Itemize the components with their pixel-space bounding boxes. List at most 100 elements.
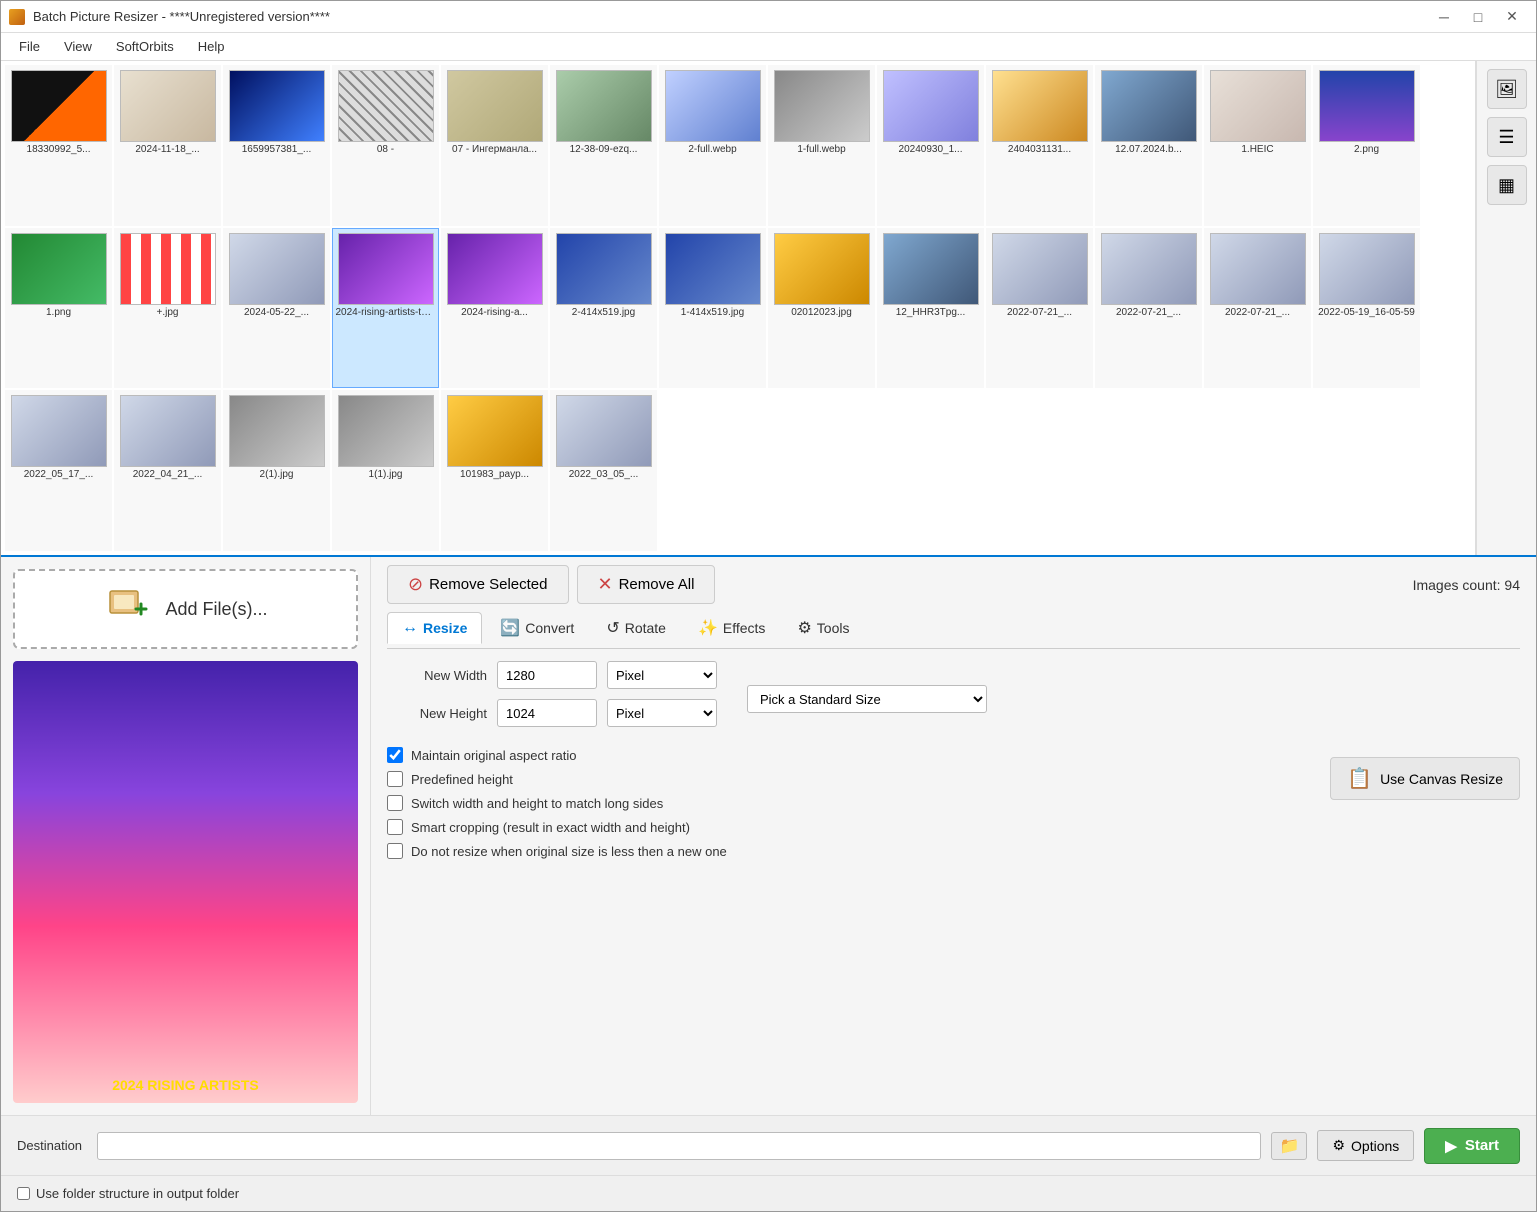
remove-selected-button[interactable]: ⊘ Remove Selected [387, 565, 569, 604]
window-title: Batch Picture Resizer - ****Unregistered… [33, 9, 330, 24]
list-item[interactable]: 2022_05_17_... [5, 390, 112, 551]
predefined-height-label[interactable]: Predefined height [411, 772, 513, 787]
folder-structure-label[interactable]: Use folder structure in output folder [36, 1186, 239, 1201]
tab-resize[interactable]: ↔ Resize [387, 612, 482, 644]
effects-tab-icon: ✨ [698, 618, 718, 638]
list-item[interactable]: 1.HEIC [1204, 65, 1311, 226]
switch-sides-label[interactable]: Switch width and height to match long si… [411, 796, 663, 811]
destination-input[interactable] [97, 1132, 1261, 1160]
list-item[interactable]: 2022-07-21_... [986, 228, 1093, 389]
list-item[interactable]: 2022-07-21_... [1095, 228, 1202, 389]
list-item[interactable]: 1659957381_... [223, 65, 330, 226]
action-bar: ⊘ Remove Selected ✕ Remove All Images co… [387, 565, 1520, 604]
new-width-input[interactable] [497, 661, 597, 689]
title-bar: Batch Picture Resizer - ****Unregistered… [1, 1, 1536, 33]
file-thumb-label: 2024-rising-a... [461, 307, 528, 318]
destination-browse-button[interactable]: 📁 [1271, 1132, 1307, 1160]
destination-bar: Destination 📁 ⚙ Options ▶ Start [1, 1115, 1536, 1175]
file-thumb-label: 2-full.webp [688, 144, 736, 155]
options-button[interactable]: ⚙ Options [1317, 1130, 1414, 1161]
list-item[interactable]: 1-414x519.jpg [659, 228, 766, 389]
menu-softorbits[interactable]: SoftOrbits [106, 35, 184, 58]
list-item[interactable]: 12_HHR3Tpg... [877, 228, 984, 389]
tab-rotate[interactable]: ↺ Rotate [592, 612, 680, 644]
tab-tools[interactable]: ⚙ Tools [783, 612, 863, 644]
canvas-resize-button[interactable]: 📋 Use Canvas Resize [1330, 757, 1520, 800]
sidebar-list-btn[interactable]: ☰ [1487, 117, 1527, 157]
predefined-height-checkbox[interactable] [387, 771, 403, 787]
list-item[interactable]: 2022-07-21_... [1204, 228, 1311, 389]
list-item[interactable]: 12.07.2024.b... [1095, 65, 1202, 226]
list-item[interactable]: 2(1).jpg [223, 390, 330, 551]
sidebar-photos-btn[interactable]: 🖼 [1487, 69, 1527, 109]
list-item[interactable]: 2404031131... [986, 65, 1093, 226]
canvas-resize-label: Use Canvas Resize [1380, 771, 1503, 787]
sidebar-grid-btn[interactable]: ▦ [1487, 165, 1527, 205]
file-thumb-label: 02012023.jpg [791, 307, 852, 318]
checkboxes-col: Maintain original aspect ratio Predefine… [387, 747, 1290, 867]
standard-size-select[interactable]: Pick a Standard Size 800x600 1024x768 12… [747, 685, 987, 713]
list-item[interactable]: +.jpg [114, 228, 221, 389]
canvas-resize-area: 📋 Use Canvas Resize [1310, 747, 1520, 800]
list-item[interactable]: 2022-05-19_16-05-59 [1313, 228, 1420, 389]
width-unit-select[interactable]: Pixel Percent Centimeter Inch [607, 661, 717, 689]
file-thumb-label: 1-full.webp [797, 144, 845, 155]
maintain-aspect-checkbox[interactable] [387, 747, 403, 763]
smart-crop-label[interactable]: Smart cropping (result in exact width an… [411, 820, 690, 835]
file-thumb-label: 2022_04_21_... [133, 469, 203, 480]
new-height-input[interactable] [497, 699, 597, 727]
add-files-button[interactable]: Add File(s)... [13, 569, 358, 649]
file-grid: 18330992_5... 2024-11-18_...1659957381_..… [1, 61, 1475, 555]
file-thumb-label: 18330992_5... [27, 144, 91, 155]
start-button[interactable]: ▶ Start [1424, 1128, 1520, 1164]
minimize-button[interactable]: ─ [1428, 5, 1460, 29]
tools-tab-label: Tools [817, 620, 850, 636]
file-thumb-label: 2(1).jpg [260, 469, 294, 480]
close-button[interactable]: ✕ [1496, 5, 1528, 29]
list-item[interactable]: 18330992_5... [5, 65, 112, 226]
maximize-button[interactable]: □ [1462, 5, 1494, 29]
list-item[interactable]: 08 - [332, 65, 439, 226]
switch-sides-checkbox[interactable] [387, 795, 403, 811]
list-item[interactable]: 2-414x519.jpg [550, 228, 657, 389]
menu-help[interactable]: Help [188, 35, 235, 58]
list-item[interactable]: 2024-rising-a... [441, 228, 548, 389]
smart-crop-checkbox[interactable] [387, 819, 403, 835]
tabs-bar: ↔ Resize 🔄 Convert ↺ Rotate ✨ Effects ⚙ [387, 612, 1520, 649]
list-item[interactable]: 101983_payp... [441, 390, 548, 551]
browse-icon: 📁 [1279, 1136, 1299, 1156]
canvas-resize-icon: 📋 [1347, 766, 1372, 791]
list-item[interactable]: 2024-rising-artists-to-watch-britteny-sp… [332, 228, 439, 389]
list-item[interactable]: 2-full.webp [659, 65, 766, 226]
list-item[interactable]: 2022_04_21_... [114, 390, 221, 551]
no-resize-small-label[interactable]: Do not resize when original size is less… [411, 844, 727, 859]
no-resize-small-checkbox[interactable] [387, 843, 403, 859]
list-item[interactable]: 1-full.webp [768, 65, 875, 226]
file-thumb-label: 2022_03_05_... [569, 469, 639, 480]
list-item[interactable]: 2022_03_05_... [550, 390, 657, 551]
list-item[interactable]: 07 - Ингерманла... [441, 65, 548, 226]
list-item[interactable]: 2.png [1313, 65, 1420, 226]
list-item[interactable]: 1.png [5, 228, 112, 389]
tab-effects[interactable]: ✨ Effects [684, 612, 779, 644]
file-thumb-label: 07 - Ингерманла... [452, 144, 537, 155]
list-item[interactable]: 02012023.jpg [768, 228, 875, 389]
maintain-aspect-label[interactable]: Maintain original aspect ratio [411, 748, 576, 763]
list-item[interactable]: 2024-11-18_... [114, 65, 221, 226]
list-item[interactable]: 12-38-09-ezq... [550, 65, 657, 226]
remove-all-button[interactable]: ✕ Remove All [577, 565, 716, 604]
menu-view[interactable]: View [54, 35, 102, 58]
tab-convert[interactable]: 🔄 Convert [486, 612, 588, 644]
list-item[interactable]: 20240930_1... [877, 65, 984, 226]
switch-sides-row: Switch width and height to match long si… [387, 795, 1290, 811]
smart-crop-row: Smart cropping (result in exact width an… [387, 819, 1290, 835]
remove-all-label: Remove All [619, 576, 695, 593]
title-bar-left: Batch Picture Resizer - ****Unregistered… [9, 9, 330, 25]
convert-tab-icon: 🔄 [500, 618, 520, 638]
menu-file[interactable]: File [9, 35, 50, 58]
file-thumb-label: 2022-07-21_... [1116, 307, 1181, 318]
list-item[interactable]: 2024-05-22_... [223, 228, 330, 389]
height-unit-select[interactable]: Pixel Percent Centimeter Inch [607, 699, 717, 727]
folder-structure-checkbox[interactable] [17, 1187, 30, 1200]
list-item[interactable]: 1(1).jpg [332, 390, 439, 551]
